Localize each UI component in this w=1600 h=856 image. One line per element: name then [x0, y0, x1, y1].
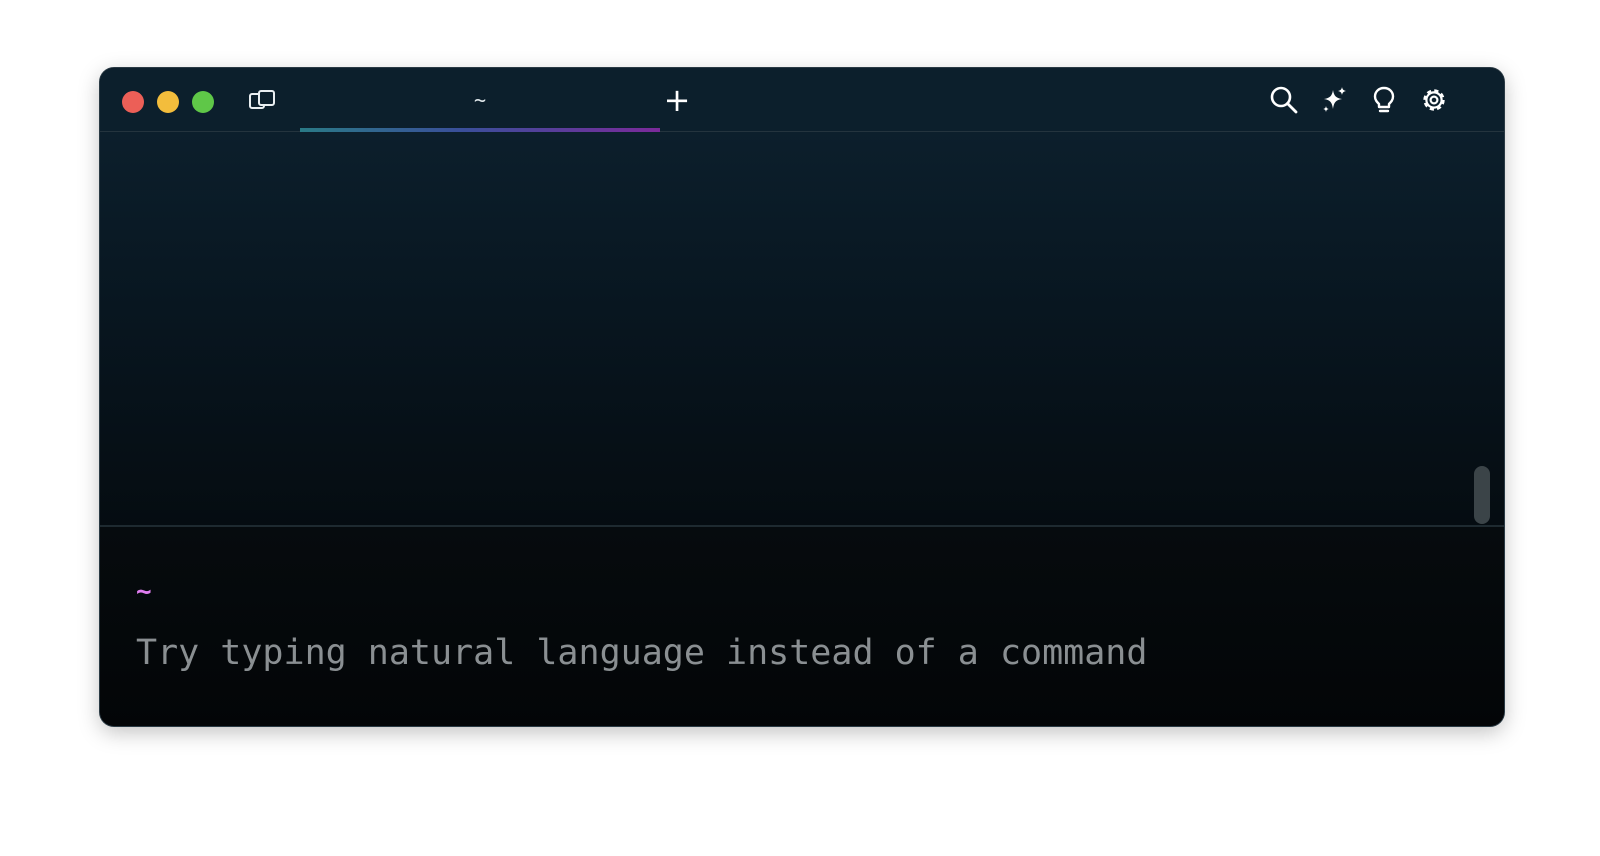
command-input-placeholder[interactable]: Try typing natural language instead of a… — [136, 633, 1147, 673]
lightbulb-icon[interactable] — [1368, 84, 1400, 116]
search-icon[interactable] — [1268, 84, 1300, 116]
tabs-panel-icon[interactable] — [248, 88, 276, 112]
tab-label: ~ — [473, 88, 487, 112]
sparkle-icon[interactable] — [1318, 84, 1350, 116]
terminal-output-area[interactable] — [100, 132, 1504, 527]
zoom-window-button[interactable] — [192, 91, 214, 113]
tab-home[interactable]: ~ — [300, 68, 660, 132]
terminal-window: ~ + ~ Try typing natural language instea… — [100, 68, 1504, 726]
new-tab-button[interactable]: + — [662, 84, 692, 116]
gear-icon[interactable] — [1418, 84, 1450, 116]
command-input-area[interactable]: ~ Try typing natural language instead of… — [100, 527, 1504, 726]
minimize-window-button[interactable] — [157, 91, 179, 113]
close-window-button[interactable] — [122, 91, 144, 113]
scrollbar-thumb[interactable] — [1474, 466, 1490, 524]
prompt-directory: ~ — [136, 577, 152, 607]
title-bar: ~ + — [100, 68, 1504, 132]
